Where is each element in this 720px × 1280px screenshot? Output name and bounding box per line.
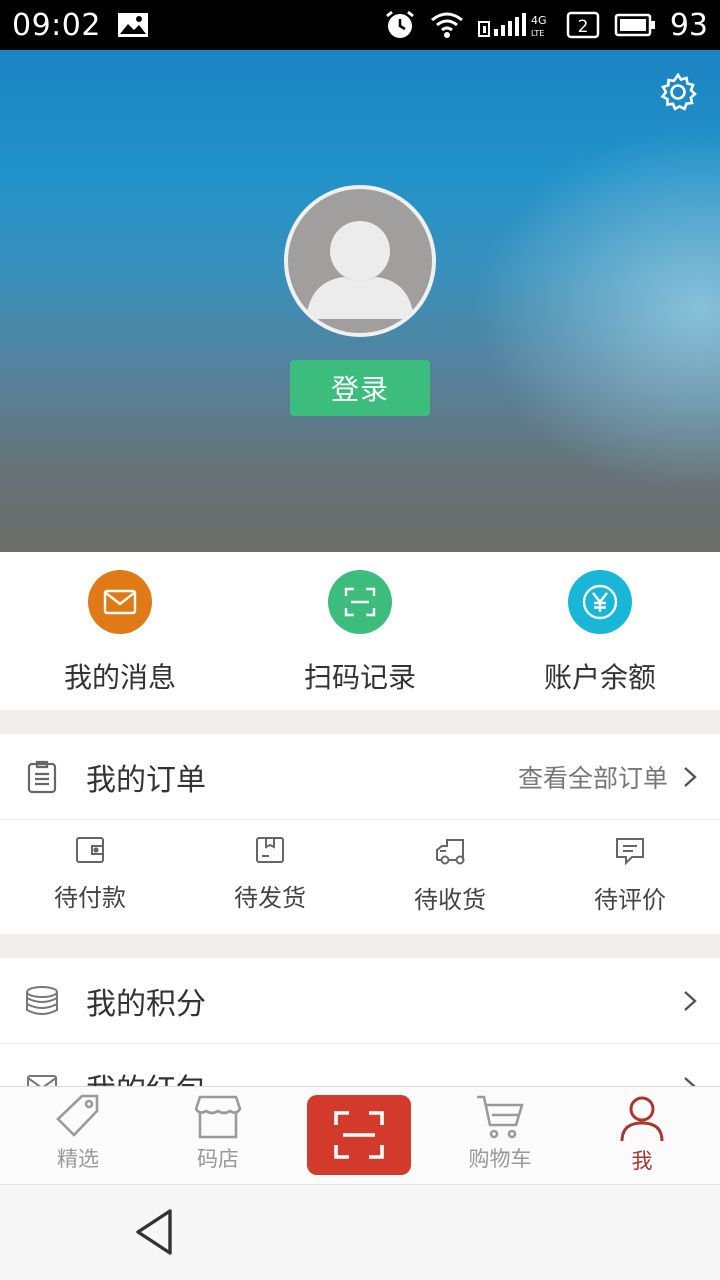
balance-icon-circle (568, 570, 632, 634)
chevron-right-icon (684, 766, 697, 787)
order-tab-pending-shipment[interactable]: 待发货 (180, 820, 360, 934)
tab-cart[interactable]: 购物车 (430, 1087, 570, 1185)
orders-title: 我的订单 (86, 762, 206, 798)
quick-label-scan-history: 扫码记录 (303, 661, 416, 694)
alarm-icon (384, 9, 416, 41)
wallet-icon (76, 837, 104, 863)
settings-button[interactable] (658, 72, 698, 112)
list-item-label: 我的积分 (86, 986, 206, 1022)
view-all-orders-link[interactable]: 查看全部订单 (518, 759, 668, 795)
yen-icon (582, 584, 618, 620)
user-icon (620, 1096, 664, 1142)
wifi-icon (430, 11, 464, 39)
order-tab-label: 待评价 (594, 886, 666, 914)
truck-icon (436, 839, 465, 865)
login-button[interactable]: 登录 (290, 360, 430, 416)
order-tab-pending-payment[interactable]: 待付款 (0, 820, 180, 934)
coins-icon (24, 983, 60, 1019)
gear-icon (660, 72, 697, 111)
quick-item-balance[interactable]: 账户余额 (480, 552, 720, 710)
store-icon (194, 1095, 242, 1139)
tab-stores[interactable]: 码店 (148, 1087, 288, 1185)
scan-history-icon-circle (328, 570, 392, 634)
order-tab-pending-review[interactable]: 待评价 (540, 820, 720, 934)
order-status-tabs: 待付款 待发货 待收货 待评价 (0, 820, 720, 934)
scan-button[interactable] (307, 1095, 411, 1175)
quick-label-messages: 我的消息 (63, 661, 176, 694)
cart-icon (477, 1095, 524, 1139)
envelope-icon (24, 1069, 60, 1086)
chevron-right-icon (684, 1076, 697, 1086)
sim-slot-badge: 2 (566, 11, 600, 39)
clipboard-icon (24, 759, 60, 795)
tab-label: 我 (631, 1149, 653, 1173)
messages-icon-circle (88, 570, 152, 634)
svg-text:LTE: LTE (531, 29, 544, 38)
image-notification-icon (117, 12, 149, 38)
quick-actions: 我的消息 扫码记录 账户余额 (0, 552, 720, 710)
account-list: 我的积分 我的红包 (0, 958, 720, 1086)
back-button[interactable] (130, 1207, 180, 1257)
scan-icon (334, 1111, 384, 1159)
svg-text:2: 2 (577, 17, 588, 37)
bottom-tab-bar: 精选 码店 购物车 我 (0, 1086, 720, 1184)
battery-icon (614, 13, 656, 37)
orders-section: 我的订单 查看全部订单 待付款 待发货 待收货 待评价 (0, 734, 720, 934)
orders-header-row[interactable]: 我的订单 查看全部订单 (0, 734, 720, 820)
chevron-right-icon (684, 990, 697, 1011)
system-nav-bar (0, 1184, 720, 1280)
list-item-red-packets[interactable]: 我的红包 (0, 1044, 720, 1086)
list-item-label: 我的红包 (86, 1065, 206, 1087)
tab-label: 购物车 (468, 1147, 532, 1171)
tab-me[interactable]: 我 (572, 1087, 712, 1185)
default-avatar-icon (306, 221, 414, 319)
status-bar: 09:02 4G LTE 2 93 (0, 0, 720, 50)
tag-icon (56, 1094, 99, 1137)
box-icon (256, 837, 284, 863)
order-tab-pending-receipt[interactable]: 待收货 (360, 820, 540, 934)
profile-header: 登录 (0, 50, 720, 552)
tab-featured[interactable]: 精选 (8, 1087, 148, 1185)
mail-icon (103, 589, 137, 615)
tab-label: 码店 (197, 1147, 239, 1171)
scan-icon (344, 587, 376, 617)
status-time: 09:02 (12, 7, 101, 43)
svg-text:4G: 4G (531, 14, 547, 27)
quick-item-scan-history[interactable]: 扫码记录 (240, 552, 480, 710)
order-tab-label: 待收货 (414, 886, 486, 914)
comment-icon (616, 838, 644, 866)
order-tab-label: 待发货 (234, 884, 306, 912)
list-item-points[interactable]: 我的积分 (0, 958, 720, 1044)
signal-4g-icon: 4G LTE (477, 10, 552, 40)
back-triangle-icon (136, 1209, 172, 1255)
battery-level: 93 (669, 7, 708, 43)
order-tab-label: 待付款 (54, 884, 126, 912)
quick-label-balance: 账户余额 (543, 661, 656, 694)
quick-item-messages[interactable]: 我的消息 (0, 552, 240, 710)
avatar[interactable] (284, 185, 436, 337)
tab-label: 精选 (57, 1147, 99, 1171)
